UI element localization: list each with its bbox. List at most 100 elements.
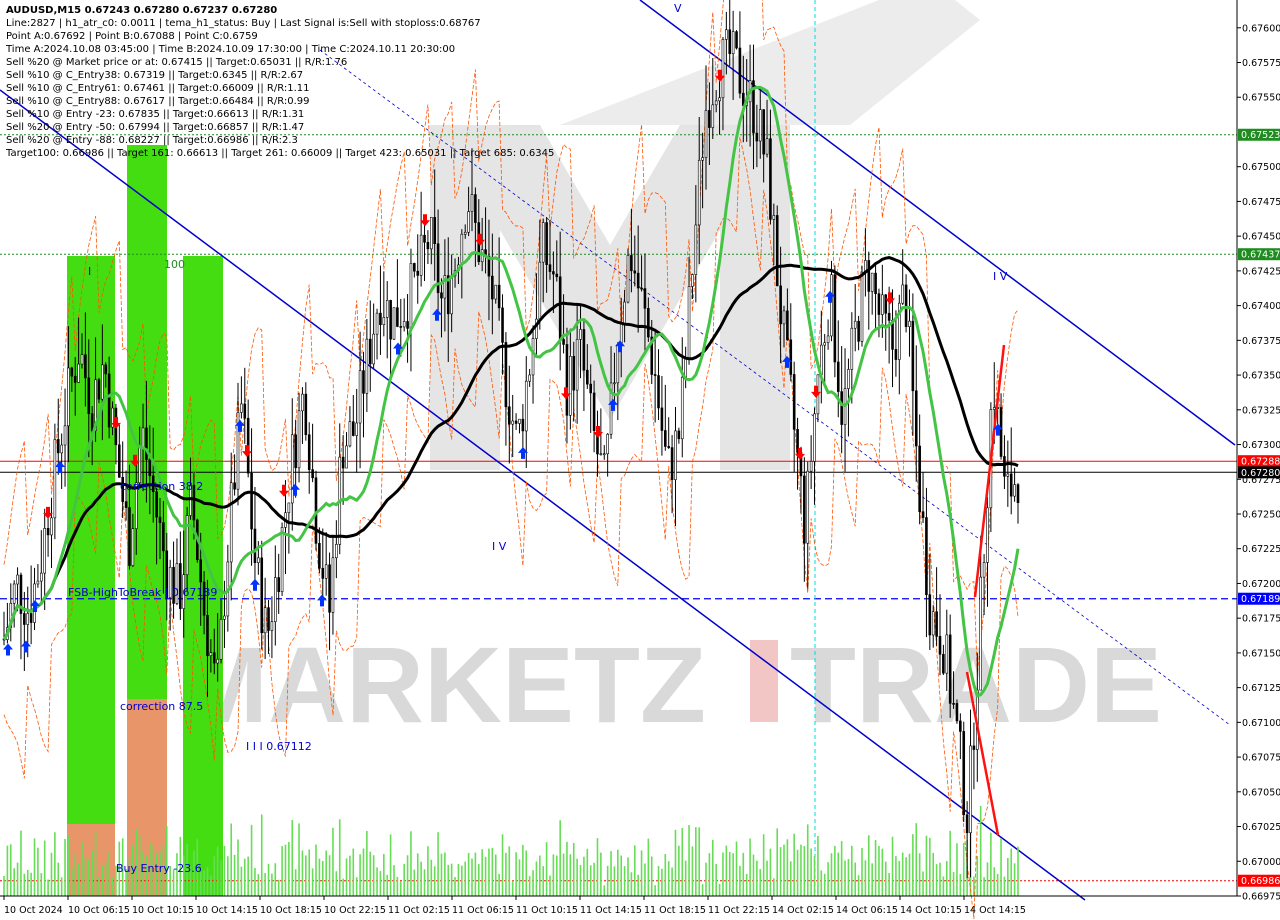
candle-body (87, 377, 91, 414)
candle-body (243, 403, 247, 419)
watermark-text-marketz: MARKETZ (178, 624, 706, 745)
candle-body (786, 310, 789, 341)
candle-body (355, 422, 358, 436)
candle-body (29, 613, 33, 623)
candle-body (524, 380, 528, 432)
candle-body (467, 211, 470, 233)
candle-body (307, 434, 311, 470)
y-tick-label: 0.67425 (1242, 266, 1280, 277)
candle-body (558, 276, 562, 340)
candle-body (680, 376, 684, 440)
candle-body (423, 234, 426, 243)
candle-body (73, 375, 77, 383)
annot-buy-entry: Buy Entry -23.6 (116, 862, 202, 875)
price-level-tag-label: 0.67189 (1241, 594, 1280, 605)
candle-body (657, 375, 660, 409)
candle-body (413, 263, 416, 272)
candle-body (348, 421, 352, 447)
candle-body (938, 636, 942, 655)
candle-body (463, 231, 467, 235)
y-tick-label: 0.67350 (1242, 371, 1280, 382)
candle-body (209, 652, 213, 657)
candle-body (887, 312, 891, 321)
candle-body (341, 456, 345, 469)
candle-body (623, 301, 626, 325)
candle-body (402, 321, 406, 328)
candle-body (206, 615, 209, 657)
candle-body (955, 703, 959, 722)
y-tick-label: 0.67025 (1242, 822, 1280, 833)
candle-body (755, 132, 759, 142)
candle-body (728, 29, 732, 54)
candle-body (1003, 456, 1006, 477)
candle-body (670, 447, 674, 480)
candle-body (528, 374, 531, 382)
candle-body (385, 300, 389, 318)
candle-body (945, 634, 949, 674)
candle-body (982, 562, 986, 578)
candle-body (721, 39, 725, 99)
candle-body (569, 355, 572, 416)
candle-body (67, 367, 70, 427)
y-tick-label: 0.67300 (1242, 440, 1280, 451)
candle-body (630, 255, 633, 272)
x-tick-label: 11 Oct 22:15 (708, 905, 770, 916)
candle-body (758, 109, 762, 142)
candle-body (904, 284, 908, 327)
candle-body (765, 138, 769, 155)
y-tick-label: 0.67175 (1242, 614, 1280, 625)
annot-wave-iv-small: I V (993, 270, 1008, 283)
candle-body (725, 29, 728, 40)
candle-body (850, 327, 854, 370)
candle-body (80, 354, 84, 365)
candle-body (643, 288, 647, 309)
candle-body (860, 271, 864, 342)
x-tick-label: 10 Oct 06:15 (68, 905, 130, 916)
annot-wave-i: I (88, 265, 91, 278)
candle-body (430, 217, 433, 250)
candle-body (379, 312, 382, 325)
candle-body (392, 307, 396, 340)
candle-body (382, 317, 386, 325)
candle-body (277, 577, 280, 592)
candle-body (375, 312, 379, 335)
candle-body (294, 434, 297, 469)
candle-body (90, 413, 94, 432)
candle-body (711, 104, 715, 128)
zone-orange-1 (67, 824, 115, 896)
y-tick-label: 0.67075 (1242, 753, 1280, 764)
candle-body (118, 444, 121, 478)
candle-body (942, 653, 945, 674)
price-level-tag-label: 0.67437 (1241, 250, 1280, 261)
candle-body (328, 564, 331, 613)
candle-body (199, 559, 202, 583)
candle-body (921, 511, 925, 518)
candle-body (426, 241, 430, 250)
candle-body (769, 138, 772, 220)
y-tick-label: 0.67325 (1242, 405, 1280, 416)
candle-body (881, 294, 884, 315)
price-chart[interactable]: MARKETZ TRADE correction 38.2 correction… (0, 0, 1280, 920)
candle-body (416, 270, 420, 276)
candle-body (772, 215, 776, 220)
zone-green-2 (127, 145, 167, 699)
candle-body (891, 320, 894, 350)
candle-body (491, 275, 494, 300)
annot-fsb: FSB-HighToBreak | 0.67189 (68, 586, 217, 599)
candle-body (813, 413, 816, 462)
info-line: Sell %10 @ Entry -23: 0.67835 || Target:… (6, 109, 304, 120)
candle-body (508, 406, 511, 425)
candle-body (928, 594, 932, 636)
candle-body (474, 194, 477, 223)
candle-body (274, 577, 277, 622)
x-tick-label: 10 Oct 2024 (4, 905, 63, 916)
candle-body (847, 369, 850, 389)
candle-body (240, 403, 243, 413)
candle-body (97, 379, 101, 400)
candle-body (840, 391, 843, 425)
candle-body (229, 482, 233, 563)
price-level-tag-label: 0.67523 (1241, 130, 1280, 141)
candle-body (77, 363, 80, 383)
candle-body (718, 97, 721, 102)
candle-body (250, 472, 253, 530)
